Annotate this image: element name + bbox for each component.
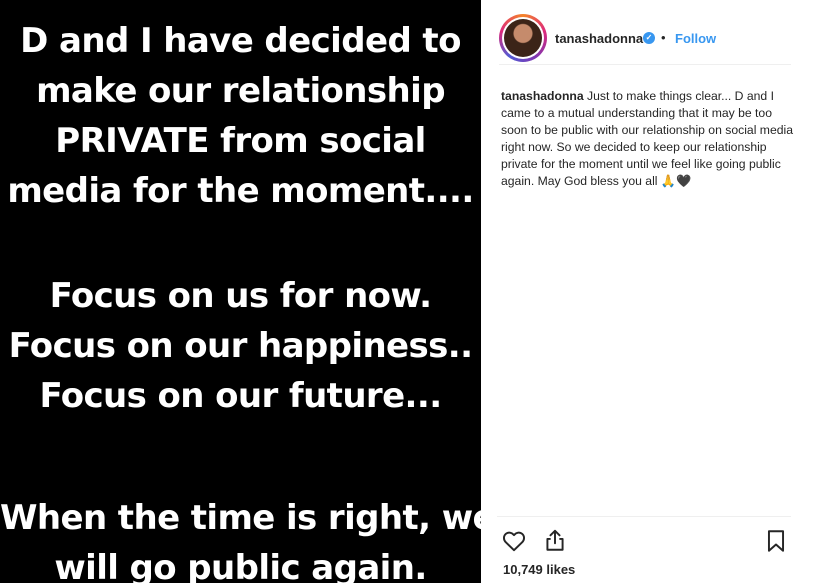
username-link[interactable]: tanashadonna xyxy=(555,31,643,46)
verified-badge-icon: ✓ xyxy=(643,32,655,44)
story-paragraph-2: Focus on us for now. Focus on our happin… xyxy=(8,276,473,416)
share-icon[interactable] xyxy=(542,527,568,553)
avatar-image xyxy=(504,19,542,57)
story-paragraph-1: D and I have decided to make our relatio… xyxy=(7,21,474,211)
separator-dot: • xyxy=(661,30,666,45)
avatar-border xyxy=(502,17,544,59)
caption-text: Just to make things clear... D and I cam… xyxy=(501,89,793,188)
follow-button[interactable]: Follow xyxy=(675,31,716,46)
post-caption: tanashadonna Just to make things clear..… xyxy=(501,88,795,210)
story-paragraph-3: When the time is right, we will go publi… xyxy=(0,498,481,583)
story-image: D and I have decided to make our relatio… xyxy=(0,0,481,583)
post-header: tanashadonna ✓ • Follow xyxy=(499,14,791,65)
caption-username[interactable]: tanashadonna xyxy=(501,89,584,103)
post-side-panel: tanashadonna ✓ • Follow tanashadonna Jus… xyxy=(481,0,815,583)
heart-icon[interactable] xyxy=(501,528,527,554)
likes-count[interactable]: 10,749 likes xyxy=(503,562,575,577)
avatar[interactable] xyxy=(499,14,547,62)
bookmark-icon[interactable] xyxy=(763,528,789,554)
post-actions: 10,749 likes xyxy=(497,516,791,584)
